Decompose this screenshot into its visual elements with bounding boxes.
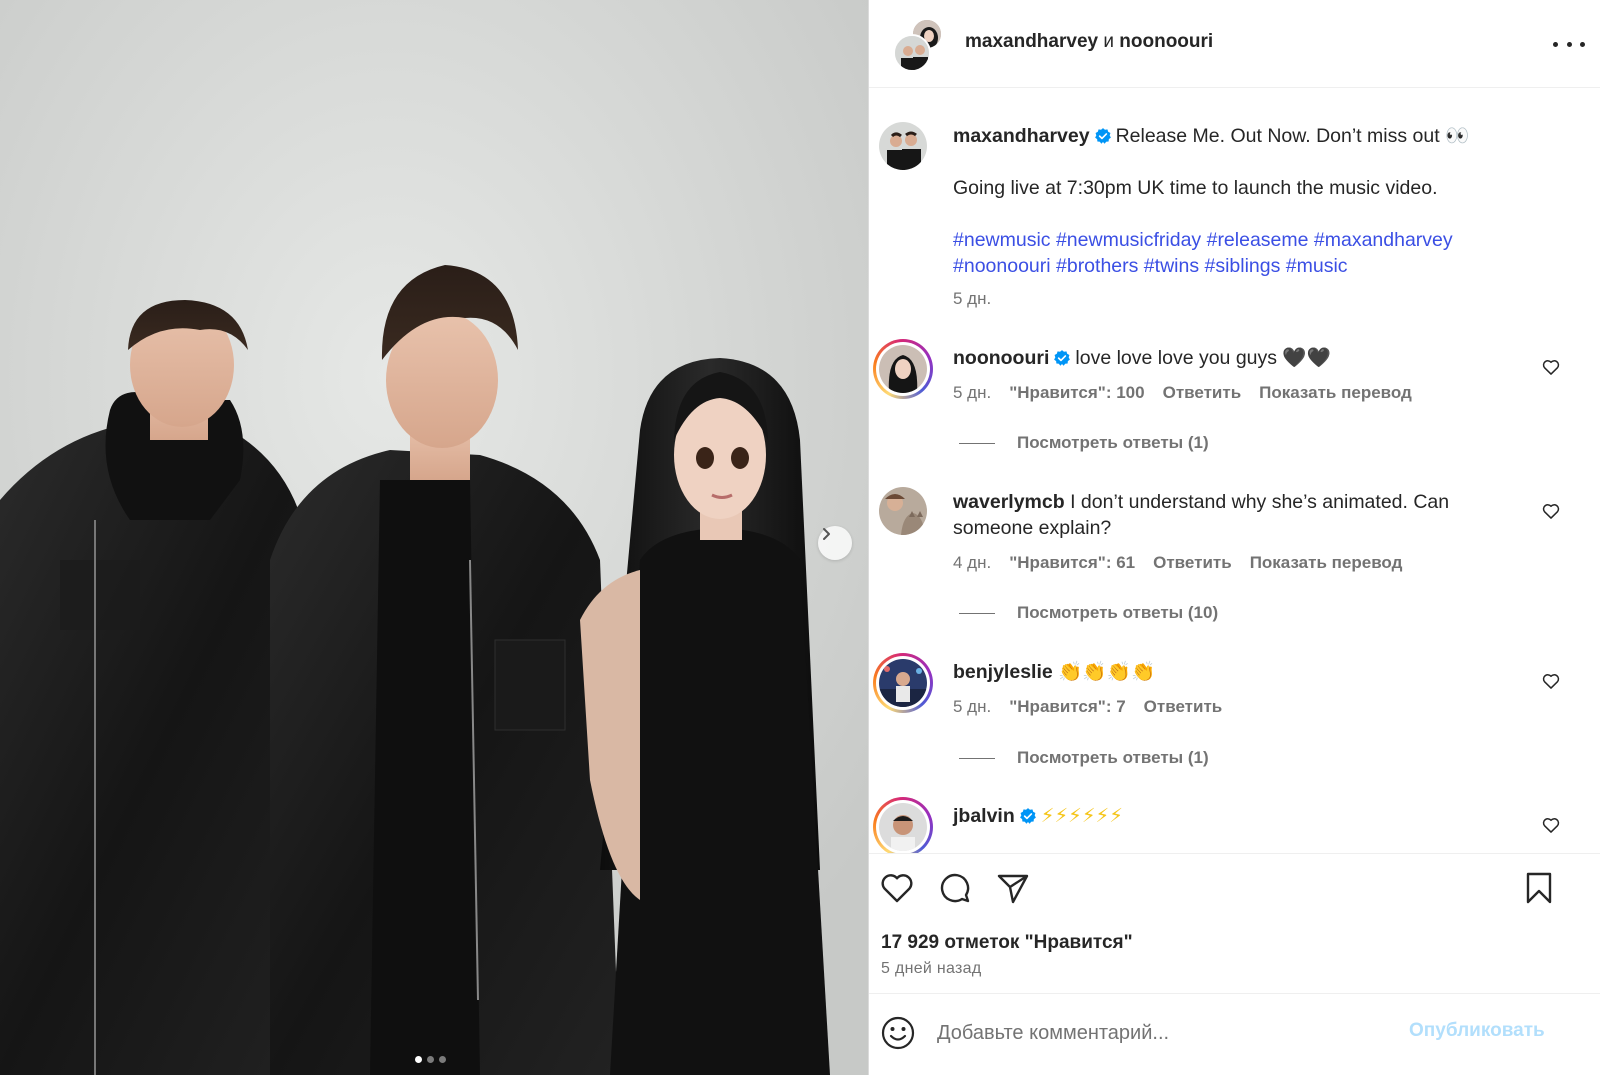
comment-1-time: 5 дн. (953, 383, 992, 402)
share-send-icon[interactable] (993, 868, 1033, 908)
comment-3-body: benjyleslie 👏👏👏👏 (953, 659, 1155, 685)
caption-avatar[interactable] (879, 122, 927, 170)
comment-avatar-jbalvin[interactable] (873, 797, 933, 853)
chevron-right-icon (823, 528, 830, 540)
post-author-title[interactable]: maxandharvey и noonoouri (965, 31, 1213, 53)
comment-1-view-replies-label: Посмотреть ответы (1) (1017, 433, 1209, 452)
caption-hashtags-2[interactable]: #noonoouri #brothers #twins #siblings #m… (953, 253, 1348, 279)
more-dot-icon (1553, 41, 1558, 47)
emoji-smiley-icon[interactable] (879, 1014, 917, 1052)
comment-3-text: 👏👏👏👏 (1058, 661, 1156, 683)
caption-time: 5 дн. (953, 289, 992, 308)
comment-2-meta: 4 дн. "Нравится": 61 Ответить Показать пере… (953, 553, 1420, 573)
post-header: maxandharvey и noonoouri (869, 0, 1600, 88)
more-options-button[interactable] (1553, 34, 1585, 54)
comment-4-username[interactable]: jbalvin (953, 805, 1015, 827)
verified-badge-icon (1094, 128, 1111, 144)
comment-avatar-benjyleslie[interactable] (873, 653, 933, 713)
comment-3-likes[interactable]: "Нравится": 7 (1009, 697, 1125, 716)
comment-2-text-line-2: someone explain? (953, 517, 1112, 539)
collab-avatars[interactable] (893, 18, 945, 72)
comment-4-text: ⚡⚡⚡⚡⚡⚡ (1040, 805, 1123, 827)
comment-2-view-replies-label: Посмотреть ответы (10) (1017, 603, 1219, 622)
caption-hashtags-1[interactable]: #newmusic #newmusicfriday #releaseme #ma… (953, 227, 1453, 253)
more-dot-icon (1580, 41, 1585, 47)
likes-count[interactable]: 17 929 отметок "Нравится" (881, 932, 1133, 954)
comment-2-like-heart-icon[interactable] (1541, 501, 1561, 521)
comment-3-time: 5 дн. (953, 697, 992, 716)
post-photo (0, 0, 868, 1075)
comment-3-meta: 5 дн. "Нравится": 7 Ответить (953, 697, 1240, 717)
comment-2-reply-button[interactable]: Ответить (1153, 553, 1232, 572)
caption-text: Release Me. Out Now. Don’t miss out 👀 (1115, 125, 1470, 147)
replies-line (959, 442, 995, 444)
more-dot-icon (1566, 41, 1572, 47)
caption-line-2: Going live at 7:30pm UK time to launch t… (953, 177, 1438, 199)
comment-2-body: waverlymcb I don’t understand why she’s … (953, 489, 1449, 515)
comment-bubble-icon[interactable] (935, 868, 975, 908)
comment-2-text-line-1: I don’t understand why she’s animated. C… (1070, 491, 1450, 513)
comment-2-likes[interactable]: "Нравится": 61 (1009, 553, 1135, 572)
comment-1-body: noonoouri love love love you guys 🖤🖤 (953, 345, 1331, 371)
like-heart-icon[interactable] (877, 868, 917, 908)
comment-3-reply-button[interactable]: Ответить (1144, 697, 1223, 716)
comment-avatar-waverlymcb[interactable] (879, 487, 927, 535)
comment-2-translate-button[interactable]: Показать перевод (1250, 553, 1403, 572)
post-media[interactable] (0, 0, 868, 1075)
comment-1-view-replies[interactable]: Посмотреть ответы (1) (959, 433, 1209, 453)
replies-line (959, 757, 995, 759)
author-separator: и (1103, 31, 1114, 52)
carousel-dot-2 (427, 1056, 434, 1063)
publish-button[interactable]: Опубликовать (1409, 1020, 1545, 1042)
replies-line (959, 612, 995, 614)
post-timestamp[interactable]: 5 дней назад (881, 960, 982, 978)
comment-1-translate-button[interactable]: Показать перевод (1259, 383, 1412, 402)
comment-avatar-noonoouri[interactable] (873, 339, 933, 399)
comment-3-like-heart-icon[interactable] (1541, 671, 1561, 691)
carousel-dot-3 (439, 1056, 446, 1063)
comments-list[interactable]: maxandharvey Release Me. Out Now. Don’t m… (869, 89, 1600, 853)
instagram-post-view: maxandharvey и noonoouri maxandharvey Rel… (0, 0, 1600, 1075)
comment-1-likes[interactable]: "Нравится": 100 (1009, 383, 1144, 402)
comment-3-view-replies-label: Посмотреть ответы (1) (1017, 748, 1209, 767)
comment-4-like-heart-icon[interactable] (1541, 815, 1561, 835)
caption-line-1: maxandharvey Release Me. Out Now. Don’t m… (953, 123, 1469, 149)
author-username-2[interactable]: noonoouri (1119, 31, 1213, 52)
verified-badge-icon (1019, 808, 1036, 824)
comment-2-username[interactable]: waverlymcb (953, 491, 1065, 513)
post-actions: 17 929 отметок "Нравится" 5 дней назад (869, 853, 1600, 993)
comment-3-username[interactable]: benjyleslie (953, 661, 1053, 683)
verified-badge-icon (1054, 350, 1071, 366)
comment-4-body: jbalvin ⚡⚡⚡⚡⚡⚡ (953, 803, 1123, 829)
carousel-dot-1 (415, 1056, 422, 1063)
comment-3-view-replies[interactable]: Посмотреть ответы (1) (959, 748, 1209, 768)
author-username-1[interactable]: maxandharvey (965, 31, 1098, 52)
comment-input[interactable] (937, 1016, 1397, 1050)
post-side-panel: maxandharvey и noonoouri maxandharvey Rel… (868, 0, 1600, 1075)
comment-1-text: love love love you guys 🖤🖤 (1075, 347, 1331, 369)
caption-username[interactable]: maxandharvey (953, 125, 1090, 147)
add-comment-bar: Опубликовать (869, 993, 1600, 1075)
avatar-maxandharvey-small (893, 34, 931, 72)
comment-1-username[interactable]: noonoouri (953, 347, 1049, 369)
comment-1-meta: 5 дн. "Нравится": 100 Ответить Показать пер… (953, 383, 1430, 403)
carousel-indicator (415, 1056, 446, 1063)
comment-2-view-replies[interactable]: Посмотреть ответы (10) (959, 603, 1218, 623)
carousel-next-button[interactable] (818, 526, 852, 560)
comment-2-time: 4 дн. (953, 553, 992, 572)
save-bookmark-icon[interactable] (1519, 868, 1559, 908)
comment-1-reply-button[interactable]: Ответить (1163, 383, 1242, 402)
comment-1-like-heart-icon[interactable] (1541, 357, 1561, 377)
